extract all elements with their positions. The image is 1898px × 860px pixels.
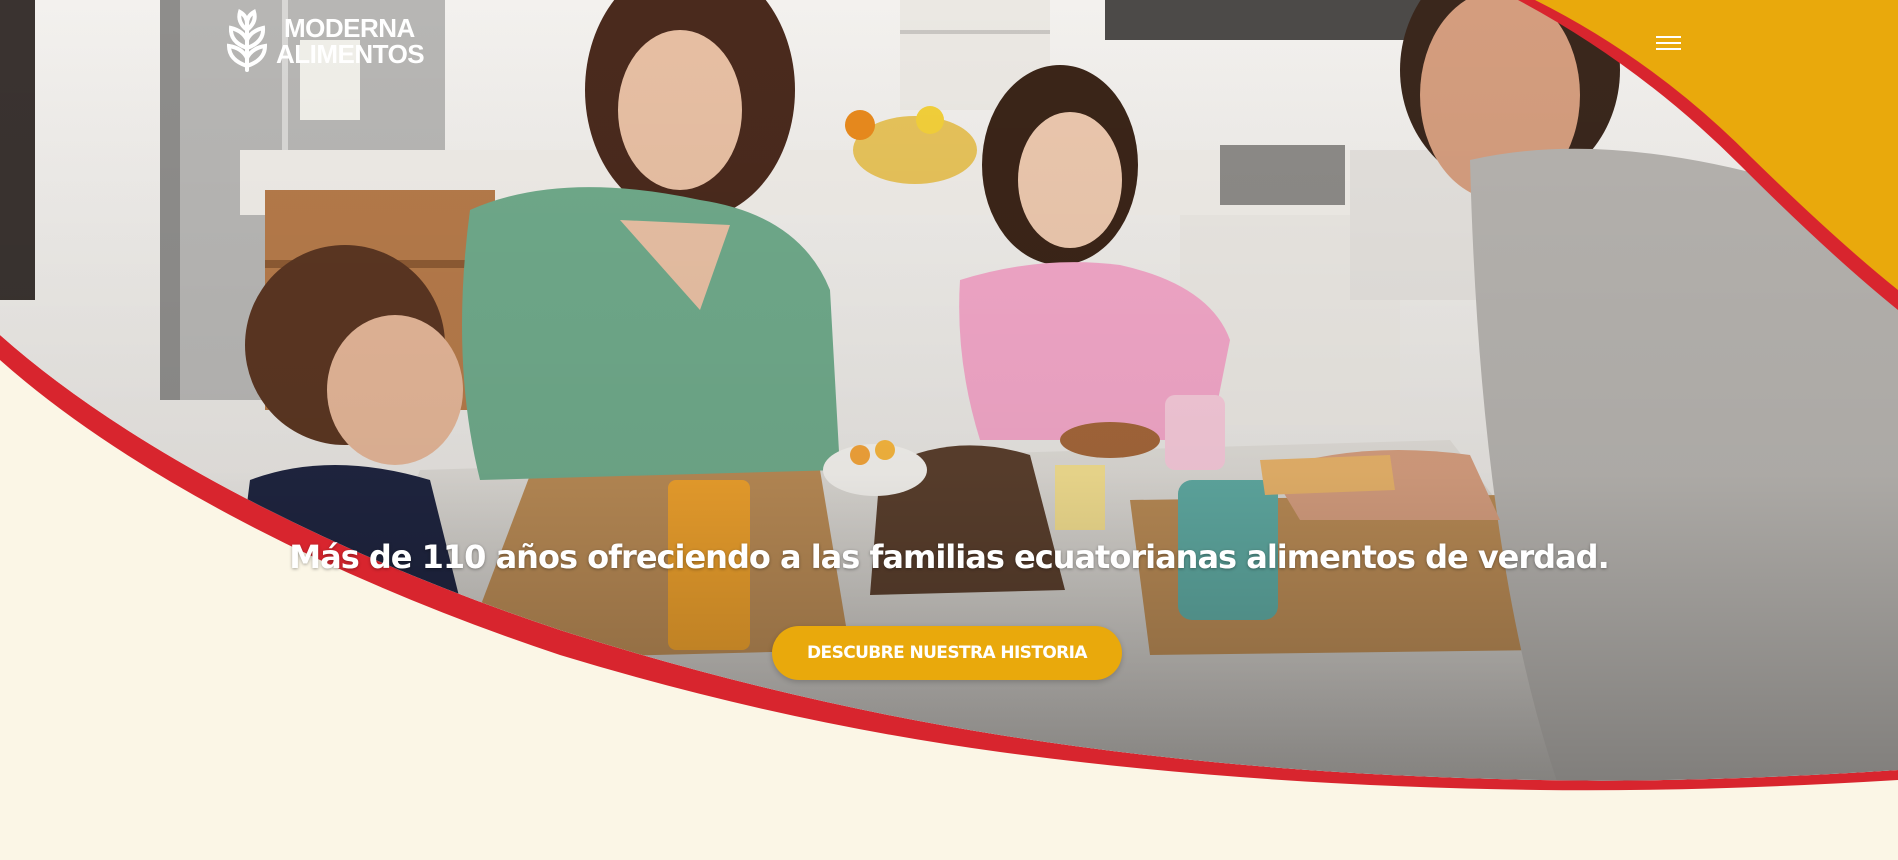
menu-bar-top <box>1655 36 1681 38</box>
brand-name-line2: ALIMENTOS <box>276 39 425 69</box>
hamburger-menu-icon[interactable] <box>1648 26 1688 60</box>
page: MODERNA ALIMENTOS Más de 110 años ofreci… <box>0 0 1898 860</box>
brand-logo[interactable]: MODERNA ALIMENTOS <box>224 8 425 74</box>
brand-name-line1: MODERNA <box>284 13 415 43</box>
wheat-icon <box>226 9 268 72</box>
brand-name: MODERNA ALIMENTOS <box>276 13 425 69</box>
menu-bar-bottom <box>1655 48 1681 50</box>
discover-history-button[interactable]: DESCUBRE NUESTRA HISTORIA <box>772 626 1122 680</box>
menu-bar-middle <box>1655 42 1681 44</box>
hero-background <box>0 0 1898 860</box>
hero-headline: Más de 110 años ofreciendo a las familia… <box>289 538 1609 576</box>
